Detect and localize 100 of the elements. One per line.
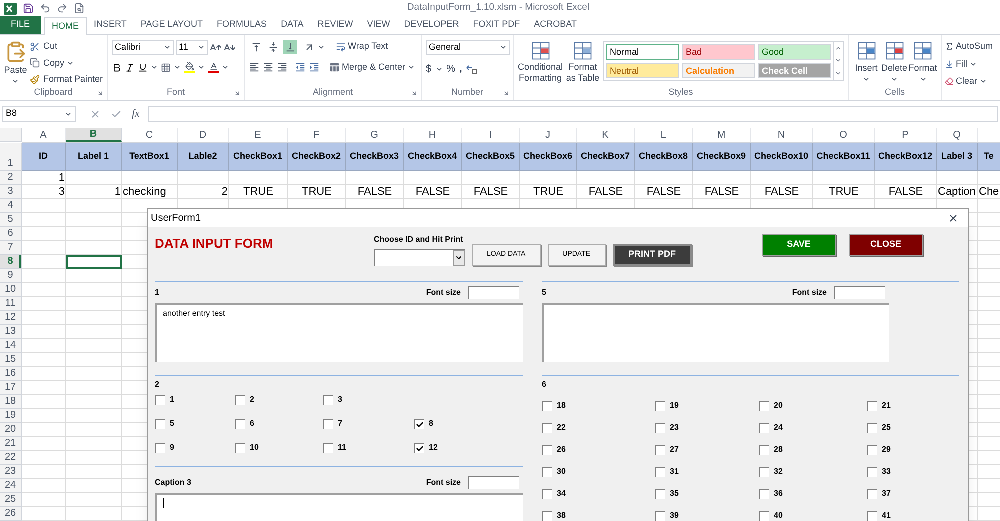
delete-button[interactable]: Delete — [881, 40, 908, 82]
column-header[interactable]: B — [66, 128, 122, 142]
dialog-launcher-icon[interactable] — [503, 90, 510, 97]
column-header[interactable]: P — [875, 128, 937, 142]
checkbox[interactable] — [414, 443, 424, 453]
column-header[interactable]: L — [635, 128, 693, 142]
wrap-text-button[interactable]: Wrap Text — [336, 40, 388, 54]
checkbox[interactable] — [542, 489, 552, 499]
row-header[interactable]: 22 — [0, 451, 21, 465]
checkbox[interactable] — [759, 489, 769, 499]
ribbon-tab[interactable]: REVIEW — [310, 16, 360, 34]
ribbon-tab[interactable]: PAGE LAYOUT — [134, 16, 210, 34]
column-header[interactable]: G — [346, 128, 404, 142]
format-painter-button[interactable]: Format Painter — [30, 73, 103, 86]
format-button[interactable]: Format — [909, 40, 937, 82]
column-header[interactable]: J — [520, 128, 577, 142]
enter-icon[interactable] — [111, 108, 122, 120]
borders-icon[interactable] — [161, 62, 171, 72]
row-header[interactable]: 9 — [0, 269, 21, 283]
decimal-icon[interactable] — [466, 64, 478, 74]
font-name-field[interactable]: Calibri — [112, 40, 174, 55]
close-icon[interactable] — [948, 212, 959, 224]
cancel-icon[interactable] — [90, 108, 101, 120]
save-button[interactable]: SAVE — [762, 234, 836, 256]
cell-style-item[interactable]: Neutral — [606, 62, 679, 78]
row-header[interactable]: 14 — [0, 339, 21, 353]
merge-center-button[interactable]: Merge & Center — [329, 61, 415, 74]
insert-function-button[interactable]: fx — [132, 106, 140, 122]
ribbon-tab[interactable]: INSERT — [87, 16, 134, 34]
checkbox[interactable] — [655, 489, 665, 499]
checkbox[interactable] — [867, 401, 877, 411]
font-size-field[interactable] — [468, 286, 519, 299]
row-header[interactable]: 17 — [0, 381, 21, 395]
checkbox[interactable] — [867, 467, 877, 477]
text-area[interactable]: another entry test — [155, 303, 523, 362]
fill-color-icon[interactable] — [184, 62, 195, 73]
row-header[interactable]: 6 — [0, 227, 21, 241]
fill-button[interactable]: Fill — [945, 58, 994, 71]
ribbon-tab[interactable]: DATA — [274, 16, 311, 34]
row-header[interactable]: 19 — [0, 409, 21, 423]
ribbon-tab[interactable]: VIEW — [360, 16, 398, 34]
checkbox[interactable] — [542, 445, 552, 455]
clear-button[interactable]: Clear — [945, 75, 994, 88]
row-header[interactable]: 10 — [0, 283, 21, 297]
checkbox[interactable] — [759, 401, 769, 411]
dialog-launcher-icon[interactable] — [97, 90, 104, 97]
checkbox[interactable] — [323, 395, 333, 405]
undo-icon[interactable] — [40, 3, 51, 14]
row-header[interactable]: 13 — [0, 325, 21, 339]
selected-cell[interactable] — [66, 255, 122, 269]
row-header[interactable]: 25 — [0, 493, 21, 507]
app-logo-icon[interactable] — [4, 2, 17, 14]
align-center-icon[interactable] — [263, 62, 274, 74]
checkbox[interactable] — [155, 419, 165, 429]
ribbon-tab[interactable]: ACROBAT — [527, 16, 584, 34]
row-header[interactable]: 4 — [0, 199, 21, 213]
cell-style-item[interactable]: Bad — [682, 44, 755, 60]
row-header[interactable]: 18 — [0, 395, 21, 409]
checkbox[interactable] — [155, 395, 165, 405]
paste-button[interactable]: Paste — [4, 40, 28, 86]
cut-button[interactable]: Cut — [30, 40, 103, 54]
checkbox[interactable] — [323, 443, 333, 453]
shrink-font-icon[interactable] — [224, 42, 236, 54]
checkbox[interactable] — [867, 423, 877, 433]
scroll-down-icon[interactable] — [835, 57, 842, 64]
checkbox[interactable] — [542, 467, 552, 477]
close-button[interactable]: CLOSE — [849, 234, 923, 256]
row-header[interactable]: 1 — [0, 143, 21, 171]
row-header[interactable]: 23 — [0, 465, 21, 479]
checkbox[interactable] — [542, 511, 552, 521]
column-header[interactable]: C — [122, 128, 178, 142]
checkbox[interactable] — [655, 401, 665, 411]
align-right-icon[interactable] — [277, 62, 288, 74]
column-header[interactable]: Q — [937, 128, 978, 142]
column-header[interactable]: M — [693, 128, 751, 142]
row-header[interactable]: 11 — [0, 297, 21, 311]
more-styles-icon[interactable] — [835, 70, 842, 78]
name-box[interactable]: B8 — [2, 106, 76, 122]
row-header[interactable]: 21 — [0, 437, 21, 451]
checkbox[interactable] — [759, 423, 769, 433]
checkbox[interactable] — [235, 395, 245, 405]
column-header[interactable]: E — [229, 128, 288, 142]
ribbon-tab[interactable]: HOME — [44, 17, 88, 35]
font-size-field[interactable] — [834, 286, 885, 299]
checkbox[interactable] — [759, 445, 769, 455]
checkbox[interactable] — [867, 489, 877, 499]
insert-button[interactable]: Insert — [853, 40, 880, 82]
row-header[interactable]: 5 — [0, 213, 21, 227]
checkbox[interactable] — [542, 423, 552, 433]
conditional-formatting-button[interactable]: Conditional Formatting — [518, 40, 564, 84]
id-combobox[interactable] — [374, 249, 465, 266]
column-header[interactable]: K — [577, 128, 635, 142]
ribbon-tab[interactable]: DEVELOPER — [397, 16, 466, 34]
row-header[interactable]: 15 — [0, 353, 21, 367]
percent-button[interactable]: % — [446, 62, 456, 77]
checkbox[interactable] — [542, 401, 552, 411]
scroll-up-icon[interactable] — [835, 44, 842, 52]
autosum-button[interactable]: AutoSum — [945, 40, 994, 54]
cell-style-item[interactable]: Good — [758, 44, 831, 60]
checkbox[interactable] — [655, 467, 665, 477]
